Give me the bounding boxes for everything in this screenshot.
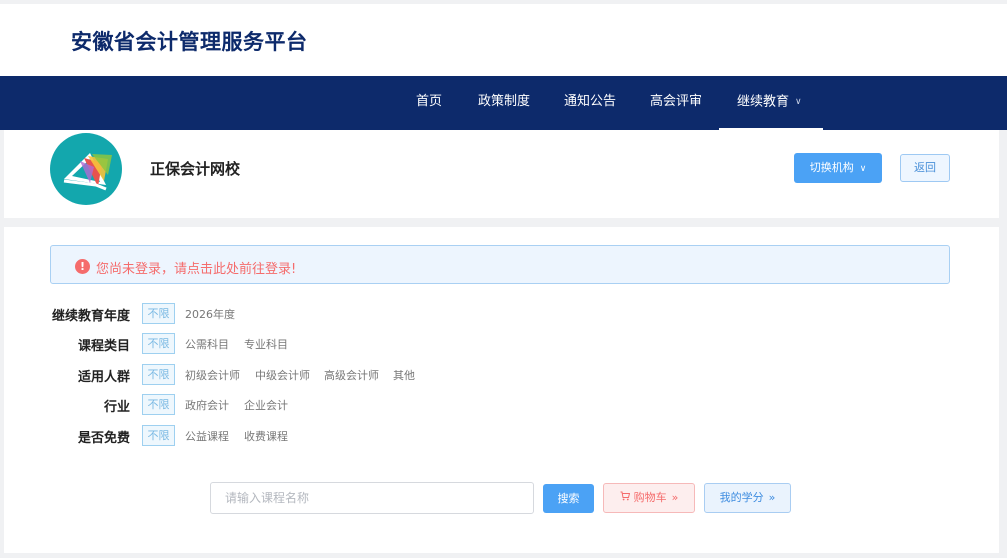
- filter-option[interactable]: 2026年度: [185, 306, 235, 322]
- org-logo: [50, 133, 122, 205]
- filter-row-category: 课程类目 不限 公需科目 专业科目: [4, 333, 999, 355]
- filter-option[interactable]: 初级会计师: [185, 367, 240, 383]
- alert-prefix: 您尚未登录，请: [96, 262, 188, 277]
- org-logo-icon: [63, 153, 112, 191]
- filter-row-audience: 适用人群 不限 初级会计师 中级会计师 高级会计师 其他: [4, 364, 999, 386]
- filter-label: 是否免费: [77, 431, 130, 446]
- filter-row-year: 继续教育年度 不限 2026年度: [4, 303, 999, 325]
- nav-item-label: 高会评审: [650, 94, 703, 109]
- course-panel: ! 您尚未登录，请点击此处前往登录! 继续教育年度 不限 2026年度 课程类目…: [4, 227, 999, 553]
- nav-item-notices[interactable]: 通知公告: [564, 76, 616, 130]
- nav-item-senior-review[interactable]: 高会评审: [650, 76, 702, 130]
- site-header: 安徽省会计管理服务平台: [0, 4, 1007, 76]
- chevron-down-icon: ∨: [795, 97, 802, 107]
- nav-item-label: 通知公告: [564, 94, 617, 109]
- org-name: 正保会计网校: [150, 160, 241, 178]
- alert-message: 您尚未登录，请点击此处前往登录!: [96, 258, 296, 277]
- nav-item-continuing-education[interactable]: 继续教育 ∨: [719, 76, 823, 130]
- warning-icon: !: [75, 259, 90, 274]
- back-button[interactable]: 返回: [900, 154, 950, 182]
- search-button[interactable]: 搜索: [543, 484, 594, 513]
- filter-option[interactable]: 企业会计: [244, 397, 288, 413]
- nav-item-label: 继续教育: [737, 94, 790, 110]
- cart-button[interactable]: 购物车 »: [603, 483, 695, 513]
- org-panel: 正保会计网校 切换机构 ∨ 返回: [4, 130, 999, 218]
- alert-suffix: 前往登录!: [239, 262, 297, 277]
- filter-row-free: 是否免费 不限 公益课程 收费课程: [4, 425, 999, 447]
- filter-all-option[interactable]: 不限: [142, 364, 175, 385]
- login-link[interactable]: 点击此处: [187, 262, 239, 277]
- filter-row-industry: 行业 不限 政府会计 企业会计: [4, 394, 999, 416]
- nav-item-label: 首页: [416, 94, 443, 109]
- filter-label: 行业: [103, 400, 130, 415]
- switch-org-button[interactable]: 切换机构 ∨: [794, 153, 882, 183]
- course-search-input[interactable]: [210, 482, 534, 514]
- filter-option[interactable]: 公需科目: [185, 336, 229, 352]
- filter-option[interactable]: 收费课程: [244, 428, 288, 444]
- chevron-down-icon: ∨: [859, 164, 867, 174]
- filter-all-option[interactable]: 不限: [142, 303, 175, 324]
- my-credits-button[interactable]: 我的学分 »: [704, 483, 791, 513]
- filter-option[interactable]: 公益课程: [185, 428, 229, 444]
- login-alert: ! 您尚未登录，请点击此处前往登录!: [50, 245, 950, 284]
- main-nav: 首页 政策制度 通知公告 高会评审 继续教育 ∨: [0, 76, 1007, 130]
- site-title: 安徽省会计管理服务平台: [71, 30, 308, 54]
- my-credits-label: 我的学分: [719, 491, 764, 504]
- nav-item-home[interactable]: 首页: [416, 76, 442, 130]
- filter-option[interactable]: 政府会计: [185, 397, 229, 413]
- filter-label: 课程类目: [77, 339, 130, 354]
- filter-label: 继续教育年度: [51, 309, 130, 324]
- nav-item-policy[interactable]: 政策制度: [478, 76, 530, 130]
- nav-item-label: 政策制度: [478, 94, 531, 109]
- filter-label: 适用人群: [77, 370, 130, 385]
- cart-label: 购物车: [633, 491, 667, 504]
- cart-icon: [620, 484, 630, 512]
- filter-option[interactable]: 专业科目: [244, 336, 288, 352]
- filter-all-option[interactable]: 不限: [142, 425, 175, 446]
- filter-all-option[interactable]: 不限: [142, 394, 175, 415]
- double-chevron-right-icon: »: [768, 491, 776, 504]
- filter-all-option[interactable]: 不限: [142, 333, 175, 354]
- filter-option[interactable]: 中级会计师: [255, 367, 310, 383]
- filter-option[interactable]: 高级会计师: [324, 367, 379, 383]
- double-chevron-right-icon: »: [671, 491, 679, 504]
- switch-org-label: 切换机构: [809, 161, 854, 174]
- filter-option[interactable]: 其他: [393, 367, 415, 383]
